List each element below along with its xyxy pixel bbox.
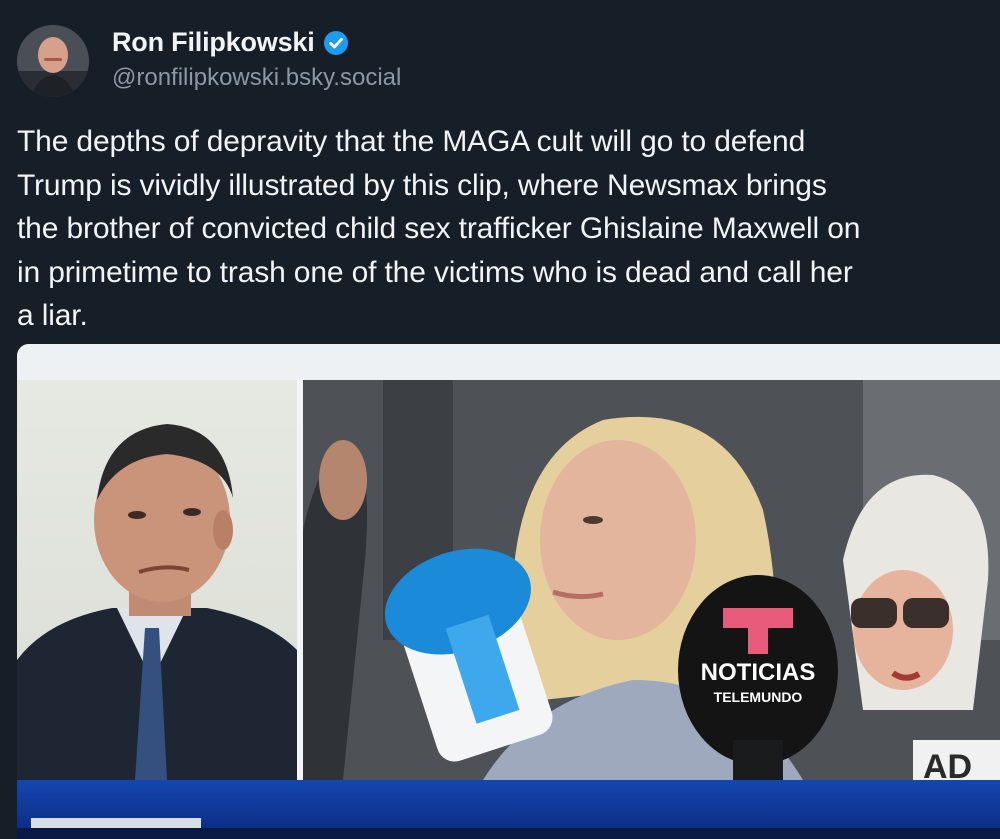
news-ticker	[17, 828, 1000, 839]
video-left-panel	[17, 380, 297, 780]
press-conference-scene: NOTICIAS TELEMUNDO AD	[303, 380, 1000, 780]
interviewee-figure	[17, 424, 297, 780]
author-display-name[interactable]: Ron Filipkowski	[112, 27, 315, 58]
video-player[interactable]: NOTICIAS TELEMUNDO AD	[17, 344, 1000, 839]
mic-brand-line2: TELEMUNDO	[714, 689, 803, 705]
mic-brand-line1: NOTICIAS	[701, 659, 816, 686]
author-handle[interactable]: @ronfilipkowski.bsky.social	[112, 64, 401, 92]
corner-sign-text: AD	[923, 748, 972, 780]
post-text: The depths of depravity that the MAGA cu…	[17, 125, 861, 332]
author-name-row[interactable]: Ron Filipkowski	[112, 27, 349, 58]
ticker-chip	[31, 818, 201, 828]
avatar[interactable]	[17, 25, 89, 97]
verified-check-icon	[323, 30, 348, 55]
post-card: Ron Filipkowski @ronfilipkowski.bsky.soc…	[0, 0, 1000, 839]
video-top-bar	[17, 344, 1000, 380]
video-right-panel: NOTICIAS TELEMUNDO AD	[303, 380, 1000, 780]
avatar-image	[17, 25, 89, 97]
